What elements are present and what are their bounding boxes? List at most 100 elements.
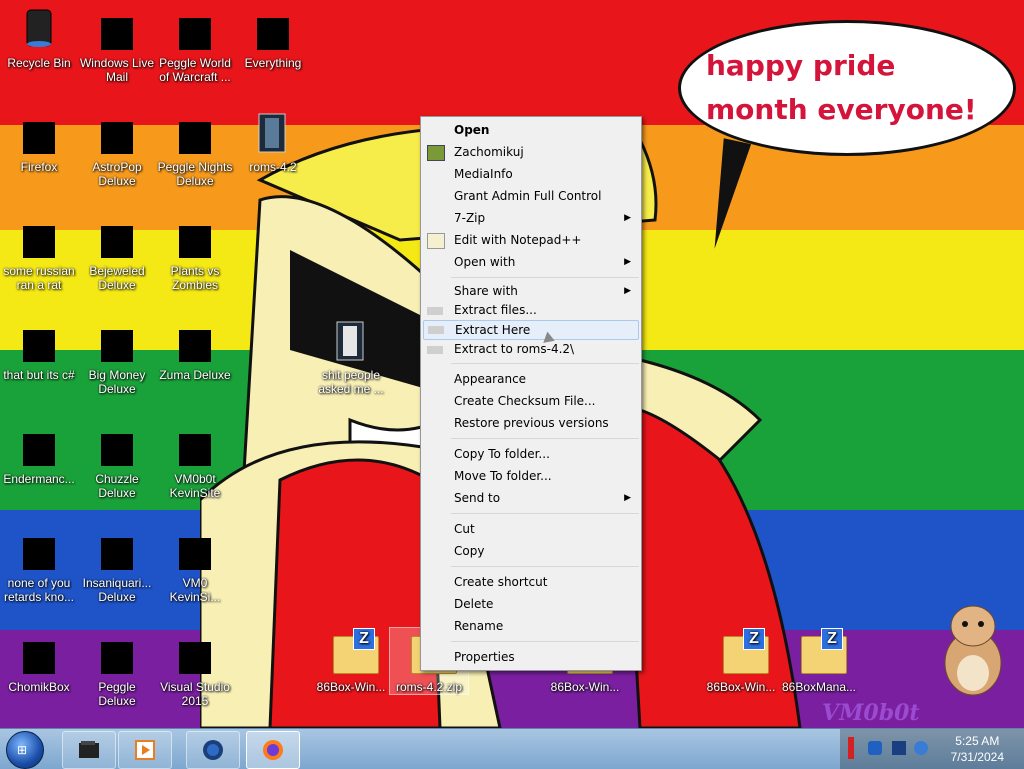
desktop-icon-chomikbox[interactable]: ChomikBox xyxy=(0,628,78,694)
taskbar-item-firefox[interactable] xyxy=(246,731,300,769)
menu-item-label: 7-Zip xyxy=(454,211,486,225)
menu-item-label: Extract files... xyxy=(454,303,537,317)
menu-item-label: Properties xyxy=(454,650,515,664)
menu-item-create-shortcut[interactable]: Create shortcut xyxy=(421,571,641,593)
desktop-icon-label: Everything xyxy=(244,56,302,70)
menu-item-7zip[interactable]: 7-Zip ▶ xyxy=(421,207,641,229)
menu-item-open-with[interactable]: Open with ▶ xyxy=(421,251,641,273)
menu-item-checksum[interactable]: Create Checksum File... xyxy=(421,390,641,412)
menu-item-mediainfo[interactable]: MediaInfo xyxy=(421,163,641,185)
taskbar-item-browser[interactable] xyxy=(186,731,240,769)
desktop-icon-plants-vs-zombies[interactable]: Plants vs Zombies xyxy=(156,212,234,292)
redaction-box xyxy=(101,330,133,362)
desktop-icon-firefox[interactable]: Firefox xyxy=(0,108,78,174)
menu-item-grant-admin[interactable]: Grant Admin Full Control xyxy=(421,185,641,207)
speaker-icon[interactable] xyxy=(914,741,928,755)
menu-item-copy[interactable]: Copy xyxy=(421,540,641,562)
desktop-icon-label: 86Box-Win... xyxy=(706,680,776,694)
menu-item-label: Create Checksum File... xyxy=(454,394,596,408)
desktop-icon-86boxmanager-zip[interactable]: Z 86BoxMana... xyxy=(780,628,858,694)
desktop-icon-86box-zip-1[interactable]: Z 86Box-Win... xyxy=(312,628,390,694)
desktop-icon-label: Peggle Nights Deluxe xyxy=(157,160,233,188)
desktop-icon-86box-zip-3[interactable]: Z 86Box-Win... xyxy=(702,628,780,694)
network-icon[interactable] xyxy=(868,741,882,755)
menu-separator xyxy=(451,363,639,364)
desktop-icon-peggle-wow[interactable]: Peggle World of Warcraft ... xyxy=(156,4,234,84)
menu-separator xyxy=(451,566,639,567)
speech-text: happy pride month everyone! xyxy=(706,49,977,126)
menu-item-open[interactable]: Open xyxy=(421,119,641,141)
desktop-icon-everything[interactable]: Everything xyxy=(234,4,312,70)
redaction-box xyxy=(179,330,211,362)
desktop-icon-label: 86Box-Win... xyxy=(316,680,386,694)
archive-icon xyxy=(427,307,443,315)
archive-icon xyxy=(428,326,444,334)
menu-item-edit-notepad[interactable]: Edit with Notepad++ xyxy=(421,229,641,251)
menu-item-appearance[interactable]: Appearance xyxy=(421,368,641,390)
desktop-icon-label: Insaniquari... Deluxe xyxy=(82,576,152,604)
desktop-icon-endermanc[interactable]: Endermanc... xyxy=(0,420,78,486)
desktop-icon-none-of-you[interactable]: none of you retards kno... xyxy=(0,524,78,604)
menu-item-move-to-folder[interactable]: Move To folder... xyxy=(421,465,641,487)
plant-icon xyxy=(171,212,219,260)
desktop-icon-windows-live-mail[interactable]: Windows Live Mail xyxy=(78,4,156,84)
menu-item-copy-to-folder[interactable]: Copy To folder... xyxy=(421,443,641,465)
gem-icon xyxy=(93,212,141,260)
desktop-icon-roms-folder[interactable]: roms-4.2 xyxy=(234,108,312,174)
menu-item-extract-files[interactable]: Extract files... xyxy=(421,301,641,320)
desktop-icon-label: Chuzzle Deluxe xyxy=(95,472,139,500)
desktop-icon-csharp[interactable]: that but its c# xyxy=(0,316,78,382)
system-tray: 5:25 AM 7/31/2024 xyxy=(840,729,1024,769)
volume-meter-icon[interactable] xyxy=(848,737,854,759)
desktop-icon-visual-studio[interactable]: Visual Studio 2015 xyxy=(156,628,234,708)
desktop-icon-shit-people[interactable]: shit people asked me ... xyxy=(312,316,390,396)
desktop-icon-zuma[interactable]: Zuma Deluxe xyxy=(156,316,234,382)
menu-item-delete[interactable]: Delete xyxy=(421,593,641,615)
display-icon[interactable] xyxy=(892,741,906,755)
chomikbox-icon xyxy=(15,628,63,676)
desktop-icon-peggle-deluxe[interactable]: Peggle Deluxe xyxy=(78,628,156,708)
submenu-arrow-icon: ▶ xyxy=(624,493,631,503)
redaction-box xyxy=(23,642,55,674)
desktop-icon-russian-rat[interactable]: some russian ran a rat xyxy=(0,212,78,292)
desktop-icon-label: shit people asked me ... xyxy=(318,368,384,396)
menu-item-label: Restore previous versions xyxy=(454,416,609,430)
start-button[interactable]: ⊞ xyxy=(6,731,44,769)
desktop-icon-label: Visual Studio 2015 xyxy=(160,680,230,708)
fish-icon xyxy=(93,524,141,572)
game-icon xyxy=(93,108,141,156)
menu-item-rename[interactable]: Rename xyxy=(421,615,641,637)
desktop-icon-chuzzle[interactable]: Chuzzle Deluxe xyxy=(78,420,156,500)
menu-separator xyxy=(451,438,639,439)
clock-time: 5:25 AM xyxy=(955,734,1000,748)
desktop-icon-bejeweled[interactable]: Bejeweled Deluxe xyxy=(78,212,156,292)
redaction-box xyxy=(179,122,211,154)
menu-item-extract-here[interactable]: Extract Here xyxy=(423,320,639,340)
menu-item-extract-to[interactable]: Extract to roms-4.2\ xyxy=(421,340,641,359)
menu-item-zachomikuj[interactable]: Zachomikuj xyxy=(421,141,641,163)
desktop-icon-label: VM0b0t KevinSite xyxy=(169,472,221,500)
taskbar-item-explorer[interactable] xyxy=(62,731,116,769)
menu-item-properties[interactable]: Properties xyxy=(421,646,641,668)
menu-item-share-with[interactable]: Share with ▶ xyxy=(421,282,641,301)
clock[interactable]: 5:25 AM 7/31/2024 xyxy=(951,733,1004,765)
desktop-icon-insaniquarium[interactable]: Insaniquari... Deluxe xyxy=(78,524,156,604)
desktop-icon-vm0-kevinsite[interactable]: VM0 KevinSi... xyxy=(156,524,234,604)
menu-separator xyxy=(451,641,639,642)
desktop-icon-big-money[interactable]: Big Money Deluxe xyxy=(78,316,156,396)
menu-item-label: Open with xyxy=(454,255,516,269)
menu-item-cut[interactable]: Cut xyxy=(421,518,641,540)
menu-item-label: Create shortcut xyxy=(454,575,548,589)
desktop-icon-astropop[interactable]: AstroPop Deluxe xyxy=(78,108,156,188)
taskbar-item-media-player[interactable] xyxy=(118,731,172,769)
desktop-icon-recycle-bin[interactable]: Recycle Bin xyxy=(0,4,78,70)
menu-item-restore-versions[interactable]: Restore previous versions xyxy=(421,412,641,434)
desktop-icon-peggle-nights[interactable]: Peggle Nights Deluxe xyxy=(156,108,234,188)
desktop-icon-vm0b0t-kevinsite[interactable]: VM0b0t KevinSite xyxy=(156,420,234,500)
submenu-arrow-icon: ▶ xyxy=(624,213,631,223)
peggle-icon xyxy=(171,108,219,156)
rat-shortcut-icon xyxy=(15,212,63,260)
desktop-icon-label: none of you retards kno... xyxy=(3,576,75,604)
menu-item-send-to[interactable]: Send to ▶ xyxy=(421,487,641,509)
zip-archive-icon: Z xyxy=(717,628,769,676)
